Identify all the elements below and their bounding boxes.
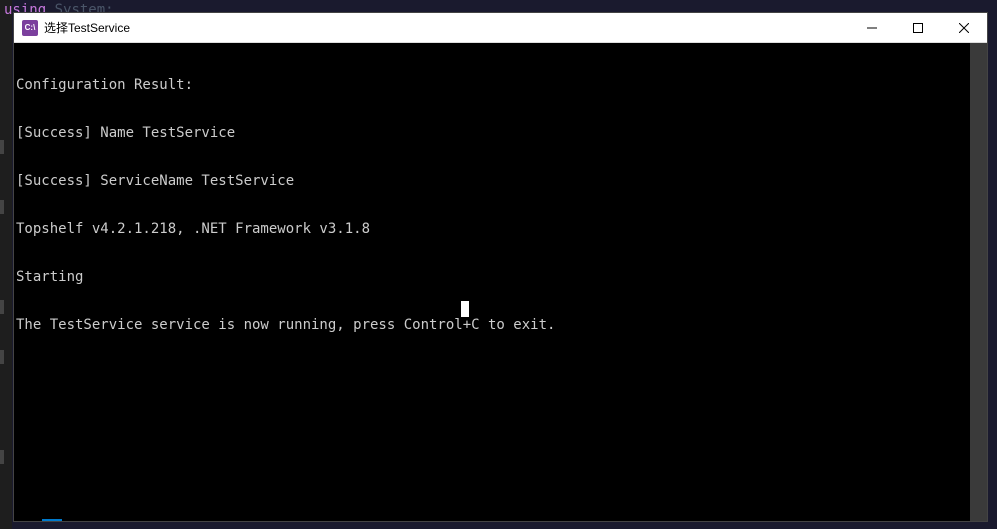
- console-line: Configuration Result:: [16, 77, 985, 93]
- gutter-marker: [0, 450, 4, 464]
- console-line: [Success] ServiceName TestService: [16, 173, 985, 189]
- console-line: Starting: [16, 269, 985, 285]
- vertical-scrollbar[interactable]: [970, 43, 987, 521]
- window-title: 选择TestService: [44, 19, 849, 36]
- editor-bottom-tabs: [0, 519, 62, 529]
- bottom-tab-active[interactable]: [42, 519, 62, 527]
- text-cursor: [461, 301, 469, 317]
- gutter-marker: [0, 140, 4, 154]
- close-button[interactable]: [941, 13, 987, 42]
- window-controls: [849, 13, 987, 42]
- gutter-marker: [0, 300, 4, 314]
- minimize-button[interactable]: [849, 13, 895, 42]
- console-window: C:\ 选择TestService Con: [13, 12, 988, 522]
- console-line: Topshelf v4.2.1.218, .NET Framework v3.1…: [16, 221, 985, 237]
- gutter-marker: [0, 200, 4, 214]
- editor-gutter: [0, 0, 12, 529]
- close-icon: [959, 23, 969, 33]
- window-titlebar[interactable]: C:\ 选择TestService: [14, 13, 987, 43]
- console-line: [Success] Name TestService: [16, 125, 985, 141]
- bottom-tab[interactable]: [20, 519, 40, 527]
- window-icon: C:\: [22, 20, 38, 36]
- maximize-button[interactable]: [895, 13, 941, 42]
- gutter-marker: [0, 350, 4, 364]
- console-body[interactable]: Configuration Result: [Success] Name Tes…: [14, 43, 987, 521]
- console-output: Configuration Result: [Success] Name Tes…: [16, 45, 985, 365]
- maximize-icon: [913, 23, 923, 33]
- window-icon-text: C:\: [25, 23, 36, 32]
- console-line: The TestService service is now running, …: [16, 317, 985, 333]
- minimize-icon: [867, 23, 877, 33]
- scrollbar-thumb[interactable]: [970, 43, 987, 521]
